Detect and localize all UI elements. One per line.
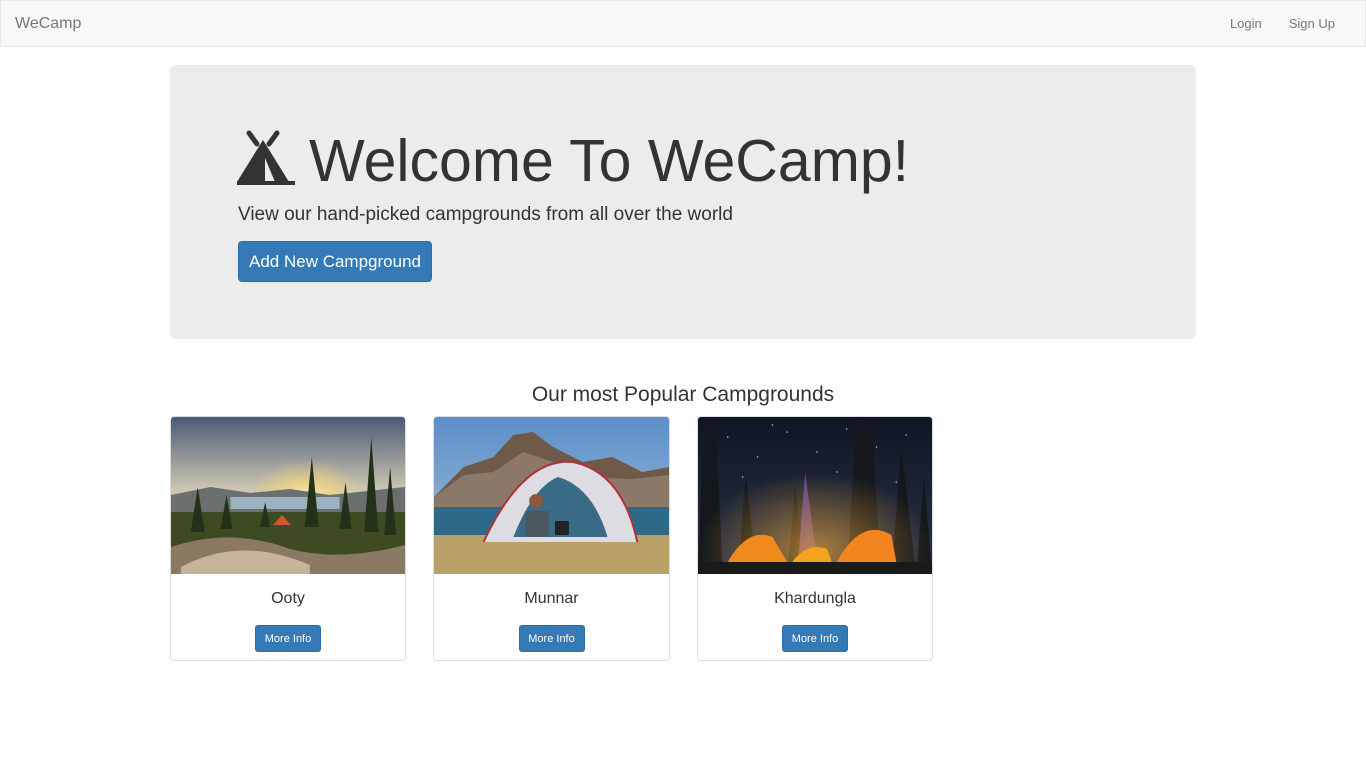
- campground-name: Munnar: [524, 590, 579, 607]
- nav-links: Login Sign Up: [1230, 16, 1335, 31]
- more-info-button[interactable]: More Info: [518, 625, 585, 652]
- forest-sunset-photo[interactable]: [171, 417, 405, 574]
- login-link[interactable]: Login: [1230, 16, 1262, 31]
- brand-link[interactable]: WeCamp: [15, 15, 81, 33]
- campground-name: Khardungla: [774, 590, 856, 607]
- tent-icon: [237, 130, 295, 185]
- more-info-button[interactable]: More Info: [782, 625, 848, 652]
- popular-section-title: Our most Popular Campgrounds: [531, 383, 835, 406]
- night-tents-photo[interactable]: [698, 417, 932, 574]
- hero-jumbotron: Welcome To WeCamp! View our hand-picked …: [170, 65, 1196, 339]
- hero-heading: Welcome To WeCamp!: [309, 128, 910, 194]
- more-info-button[interactable]: More Info: [255, 625, 321, 652]
- navbar: WeCamp Login Sign Up: [0, 0, 1366, 47]
- tent-by-lake-photo[interactable]: [434, 417, 669, 574]
- campground-card: Ooty More Info: [170, 416, 406, 661]
- add-campground-button[interactable]: Add New Campground: [238, 241, 432, 282]
- campground-card: Munnar More Info: [433, 416, 670, 661]
- hero-subtitle: View our hand-picked campgrounds from al…: [238, 204, 733, 225]
- campground-card: Khardungla More Info: [697, 416, 933, 661]
- hero-title-row: Welcome To WeCamp!: [237, 123, 909, 199]
- signup-link[interactable]: Sign Up: [1289, 16, 1335, 31]
- campground-name: Ooty: [271, 590, 305, 607]
